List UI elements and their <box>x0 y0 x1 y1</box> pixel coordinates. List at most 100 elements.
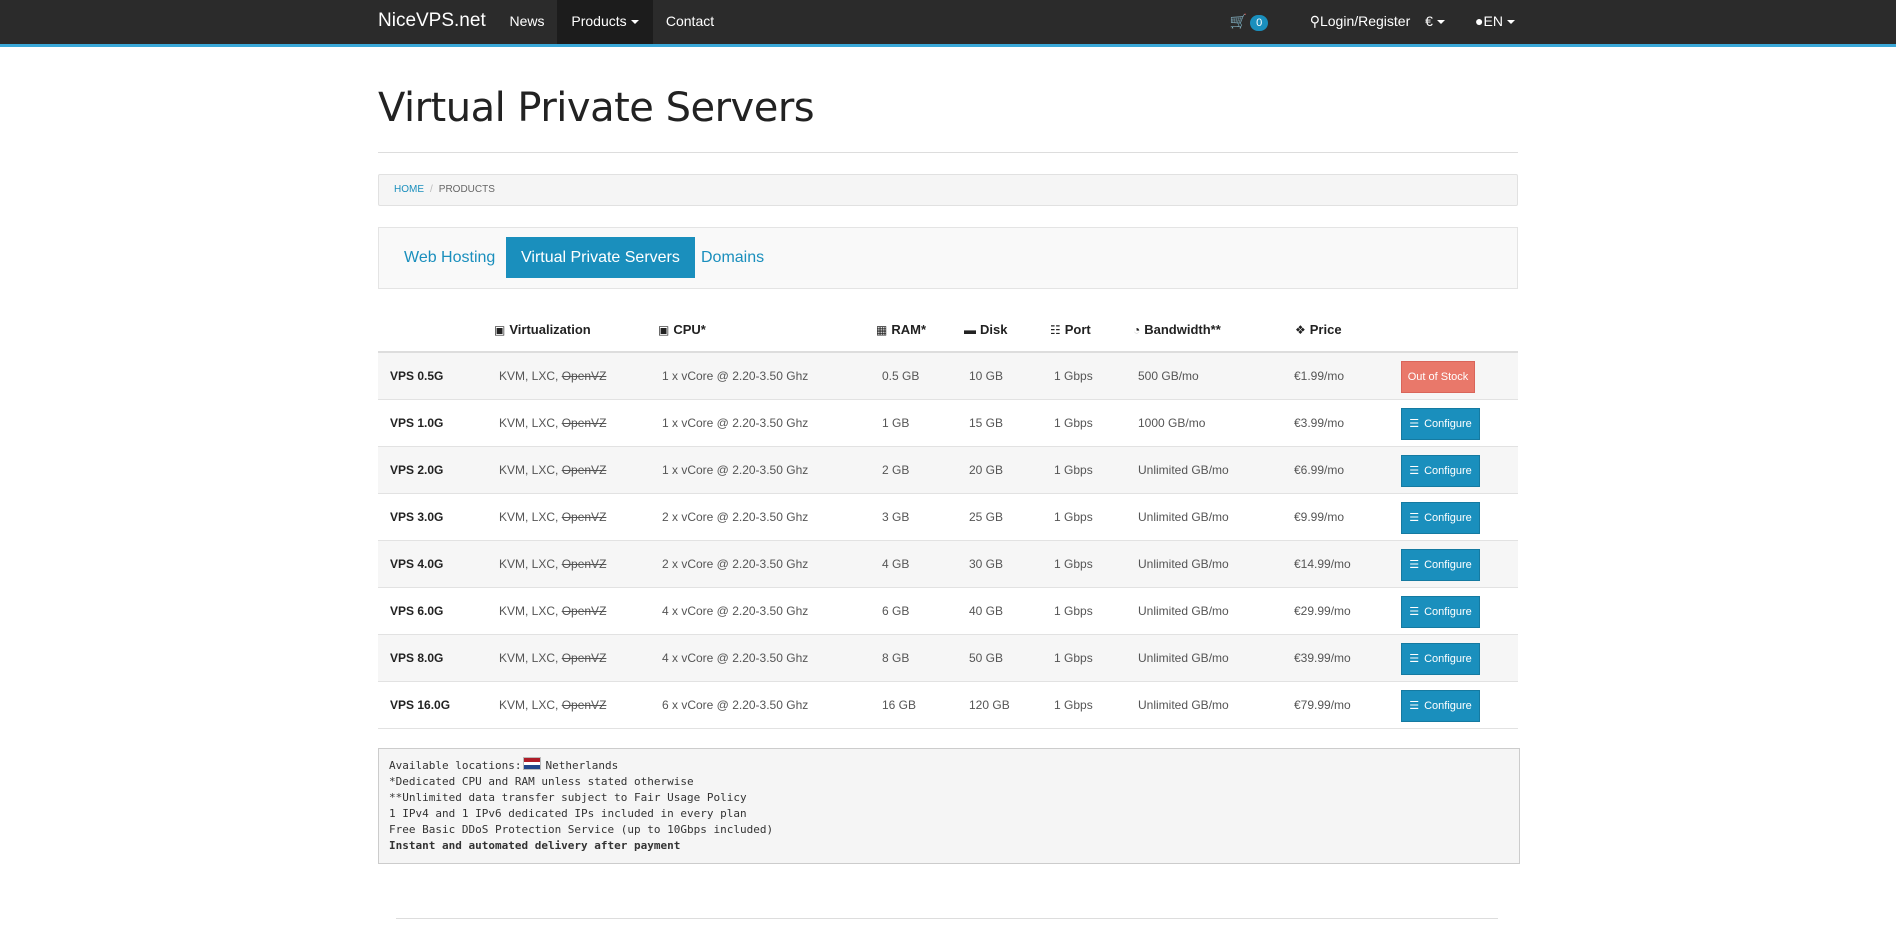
virt-supported: KVM, LXC, <box>499 416 559 430</box>
plan-price: €14.99/mo <box>1294 557 1351 571</box>
header-cpu: ▣ CPU* <box>658 322 706 337</box>
virt-unsupported: OpenVZ <box>561 463 607 477</box>
note-line: *Dedicated CPU and RAM unless stated oth… <box>389 775 694 788</box>
menu-bars-icon: ☰ <box>1409 606 1420 618</box>
table-header: ▣ Virtualization ▣ CPU* ▦ RAM* ▬ Disk ☷ Port … <box>378 310 1518 353</box>
key-icon: ⚲ <box>1309 13 1320 29</box>
plan-disk: 50 GB <box>969 651 1004 665</box>
menu-bars-icon: ☰ <box>1409 700 1420 712</box>
header-port: ☷ Port <box>1050 322 1091 337</box>
table-row: VPS 2.0G KVM, LXC, OpenVZ 1 x vCore @ 2.20… <box>378 447 1518 494</box>
plan-port: 1 Gbps <box>1054 698 1093 712</box>
plan-price: €3.99/mo <box>1294 416 1345 430</box>
plan-virtualization: KVM, LXC, OpenVZ <box>499 635 606 681</box>
login-label: Login/Register <box>1319 13 1411 29</box>
plan-name: VPS 6.0G <box>390 604 444 618</box>
plan-price: €29.99/mo <box>1294 604 1351 618</box>
plan-port: 1 Gbps <box>1054 416 1093 430</box>
virt-unsupported: OpenVZ <box>561 604 607 618</box>
plan-virtualization: KVM, LXC, OpenVZ <box>499 541 606 587</box>
plan-bandwidth: 500 GB/mo <box>1138 369 1199 383</box>
tab-virtual-private-servers[interactable]: Virtual Private Servers <box>506 237 695 278</box>
plan-ram: 1 GB <box>882 416 910 430</box>
tag-icon: ❖ <box>1295 323 1306 337</box>
plan-name: VPS 3.0G <box>390 510 444 524</box>
plan-ram: 0.5 GB <box>882 369 920 383</box>
plan-bandwidth: Unlimited GB/mo <box>1138 604 1229 618</box>
memory-icon: ▦ <box>876 323 888 337</box>
table-row: VPS 0.5G KVM, LXC, OpenVZ 1 x vCore @ 2.20… <box>378 353 1518 400</box>
plan-price: €6.99/mo <box>1294 463 1345 477</box>
globe-icon: ● <box>1475 13 1484 29</box>
locations-line: Available locations: Netherlands <box>389 757 619 772</box>
note-line: 1 IPv4 and 1 IPv6 dedicated IPs included… <box>389 807 747 820</box>
menu-bars-icon: ☰ <box>1409 465 1420 477</box>
plan-virtualization: KVM, LXC, OpenVZ <box>499 588 606 634</box>
plan-name: VPS 1.0G <box>390 416 444 430</box>
network-icon: ☷ <box>1050 323 1061 337</box>
chevron-down-icon <box>630 20 639 25</box>
table-row: VPS 6.0G KVM, LXC, OpenVZ 4 x vCore @ 2.20… <box>378 588 1518 635</box>
plan-ram: 8 GB <box>882 651 910 665</box>
plan-cpu: 4 x vCore @ 2.20-3.50 Ghz <box>662 651 809 665</box>
plan-ram: 2 GB <box>882 463 910 477</box>
tab-web-hosting[interactable]: Web Hosting <box>389 237 510 278</box>
configure-label: Configure <box>1424 653 1472 665</box>
plan-bandwidth: Unlimited GB/mo <box>1138 698 1229 712</box>
brand-logo[interactable]: NiceVPS.net <box>378 0 486 44</box>
plan-virtualization: KVM, LXC, OpenVZ <box>499 400 606 446</box>
out-of-stock-button: Out of Stock <box>1401 361 1475 393</box>
plan-price: €39.99/mo <box>1294 651 1351 665</box>
nav-contact[interactable]: Contact <box>653 0 727 44</box>
tab-domains[interactable]: Domains <box>686 237 779 278</box>
plan-bandwidth: Unlimited GB/mo <box>1138 651 1229 665</box>
plan-disk: 20 GB <box>969 463 1004 477</box>
plan-disk: 15 GB <box>969 416 1004 430</box>
plan-disk: 10 GB <box>969 369 1004 383</box>
table-row: VPS 4.0G KVM, LXC, OpenVZ 2 x vCore @ 2.20… <box>378 541 1518 588</box>
configure-button[interactable]: ☰ Configure <box>1401 690 1480 722</box>
plan-disk: 30 GB <box>969 557 1004 571</box>
plan-port: 1 Gbps <box>1054 463 1093 477</box>
cart-count-badge: 0 <box>1250 15 1269 31</box>
breadcrumb-current: PRODUCTS <box>438 184 495 195</box>
currency-label: € <box>1425 13 1433 29</box>
configure-button[interactable]: ☰ Configure <box>1401 596 1480 628</box>
virt-unsupported: OpenVZ <box>561 416 607 430</box>
virt-supported: KVM, LXC, <box>499 698 559 712</box>
menu-bars-icon: ☰ <box>1409 559 1420 571</box>
configure-button[interactable]: ☰ Configure <box>1401 455 1480 487</box>
plan-ram: 6 GB <box>882 604 910 618</box>
configure-label: Configure <box>1424 559 1472 571</box>
configure-button[interactable]: ☰ Configure <box>1401 643 1480 675</box>
plan-cpu: 6 x vCore @ 2.20-3.50 Ghz <box>662 698 809 712</box>
plan-port: 1 Gbps <box>1054 369 1093 383</box>
netherlands-flag-icon <box>523 757 542 770</box>
virt-supported: KVM, LXC, <box>499 557 559 571</box>
hdd-icon: ▬ <box>964 323 976 337</box>
dashboard-icon: ◔ <box>1133 323 1141 337</box>
plan-disk: 40 GB <box>969 604 1004 618</box>
currency-dropdown[interactable]: € <box>1420 0 1450 44</box>
nav-products[interactable]: Products <box>557 0 653 44</box>
configure-button[interactable]: ☰ Configure <box>1401 408 1480 440</box>
nav-news[interactable]: News <box>497 0 557 44</box>
plan-bandwidth: 1000 GB/mo <box>1138 416 1206 430</box>
plan-ram: 16 GB <box>882 698 917 712</box>
plan-name: VPS 2.0G <box>390 463 444 477</box>
configure-button[interactable]: ☰ Configure <box>1401 549 1480 581</box>
virt-supported: KVM, LXC, <box>499 651 559 665</box>
breadcrumb-home[interactable]: HOME <box>394 184 424 195</box>
virt-supported: KVM, LXC, <box>499 369 559 383</box>
login-register-link[interactable]: ⚲Login/Register <box>1292 0 1428 44</box>
cart-button[interactable]: 🛒 0 <box>1226 0 1272 44</box>
plan-cpu: 1 x vCore @ 2.20-3.50 Ghz <box>662 463 809 477</box>
title-divider <box>378 152 1518 153</box>
note-line: **Unlimited data transfer subject to Fai… <box>389 791 747 804</box>
top-navbar: NiceVPS.net News Products Contact 🛒 0 ⚲Lo… <box>0 0 1896 47</box>
header-bandwidth: ◔ Bandwidth** <box>1133 322 1221 337</box>
plan-port: 1 Gbps <box>1054 651 1093 665</box>
location-name: Netherlands <box>545 759 619 772</box>
configure-button[interactable]: ☰ Configure <box>1401 502 1480 534</box>
language-dropdown[interactable]: ●EN <box>1470 0 1520 44</box>
